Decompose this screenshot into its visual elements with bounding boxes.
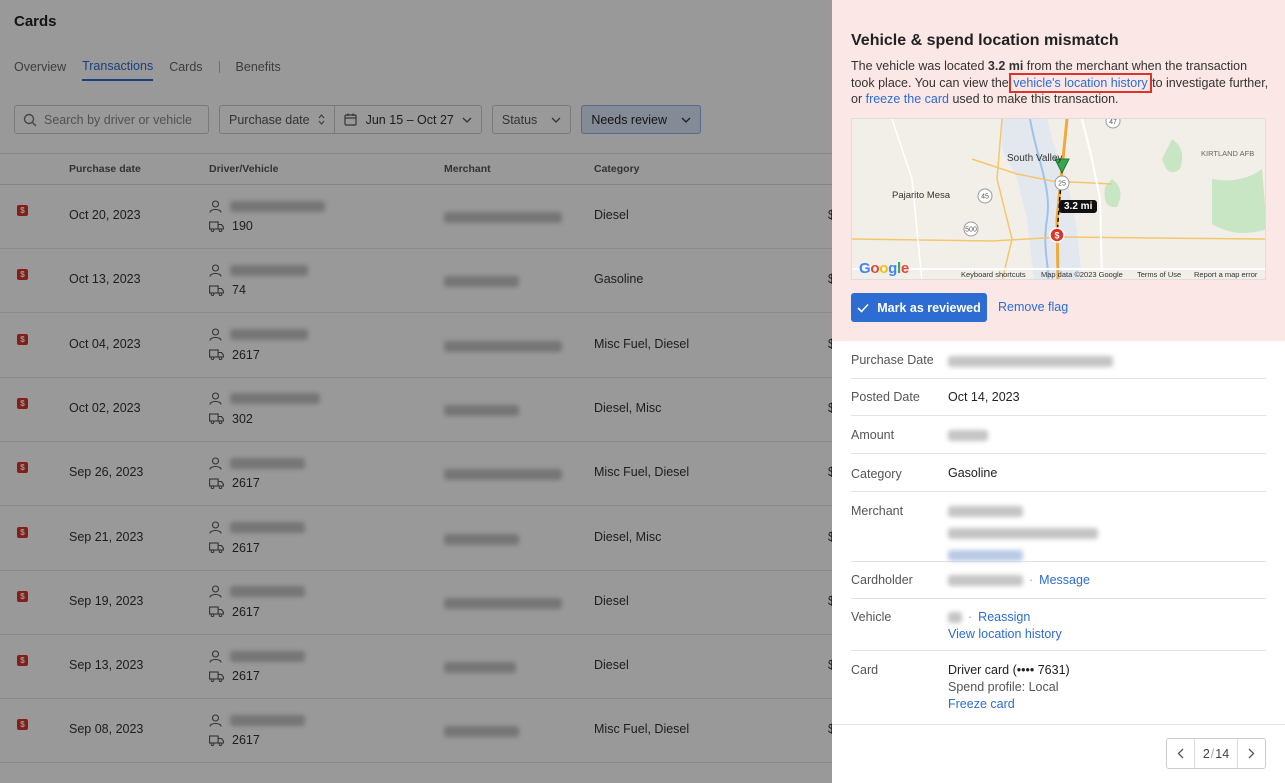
alert-text-4: used to make this transaction.	[948, 92, 1119, 106]
vehicle-value: · Reassign View location history	[948, 609, 1062, 643]
transaction-pager: 2/14	[1166, 738, 1266, 769]
pager-position: 2/14	[1203, 747, 1229, 761]
card-value: Driver card (•••• 7631) Spend profile: L…	[948, 662, 1070, 713]
pager-current: 2	[1202, 746, 1210, 761]
google-logo: Google	[859, 260, 909, 277]
cardholder-name-redacted	[948, 575, 1023, 586]
chevron-left-icon	[1177, 748, 1184, 759]
map-keyboard-shortcuts[interactable]: Keyboard shortcuts	[961, 270, 1026, 279]
map-terms-link[interactable]: Terms of Use	[1137, 270, 1181, 279]
freeze-card-inline-link[interactable]: freeze the card	[866, 92, 949, 106]
cardholder-label: Cardholder	[851, 573, 913, 587]
map-report-error-link[interactable]: Report a map error	[1194, 270, 1257, 279]
modal-backdrop[interactable]	[0, 0, 832, 783]
detail-purchase-date: Purchase Date	[851, 341, 1266, 379]
purchase-date-value-redacted	[948, 355, 1113, 372]
spend-profile: Spend profile: Local	[948, 680, 1059, 694]
app-window: Cards Overview Transactions Cards Benefi…	[0, 0, 1285, 783]
map-marker-glyph: $	[1054, 231, 1059, 241]
alert-text-1: The vehicle was located	[851, 59, 988, 73]
next-transaction-button[interactable]	[1237, 739, 1265, 768]
transaction-detail-panel: Vehicle & spend location mismatch The ve…	[832, 0, 1285, 783]
card-name: Driver card (•••• 7631)	[948, 663, 1070, 677]
panel-footer-divider	[832, 724, 1285, 725]
separator-dot: ·	[1029, 573, 1034, 587]
route-shield-25: 25	[1058, 181, 1066, 188]
route-shield-500: 500	[965, 227, 977, 234]
vehicle-label: Vehicle	[851, 610, 892, 624]
detail-posted-date: Posted Date Oct 14, 2023	[851, 379, 1266, 416]
view-location-history-link[interactable]: View location history	[948, 626, 1062, 643]
detail-cardholder: Cardholder · Message	[851, 562, 1266, 599]
posted-date-value: Oct 14, 2023	[948, 390, 1020, 404]
card-label: Card	[851, 663, 879, 677]
mark-as-reviewed-label: Mark as reviewed	[877, 300, 981, 315]
previous-transaction-button[interactable]	[1167, 739, 1195, 768]
map-place-kirtland-afb: KIRTLAND AFB	[1201, 149, 1255, 158]
detail-category: Category Gasoline	[851, 454, 1266, 492]
separator-dot: ·	[968, 610, 973, 624]
amount-label: Amount	[851, 428, 895, 442]
route-shield-47: 47	[1109, 119, 1117, 126]
purchase-date-label: Purchase Date	[851, 353, 934, 367]
checkmark-icon	[857, 303, 869, 313]
vehicle-name-redacted	[948, 612, 962, 623]
amount-value-redacted	[948, 429, 988, 446]
mark-as-reviewed-button[interactable]: Mark as reviewed	[851, 293, 987, 322]
map-place-pajarito-mesa: Pajarito Mesa	[892, 190, 951, 201]
freeze-card-link[interactable]: Freeze card	[948, 696, 1070, 713]
remove-flag-button[interactable]: Remove flag	[998, 300, 1068, 314]
pager-separator: /	[1210, 746, 1215, 761]
mismatch-alert: Vehicle & spend location mismatch The ve…	[832, 0, 1285, 341]
alert-title: Vehicle & spend location mismatch	[851, 32, 1119, 49]
alert-description: The vehicle was located 3.2 mi from the …	[851, 58, 1271, 108]
chevron-right-icon	[1248, 748, 1255, 759]
detail-card: Card Driver card (•••• 7631) Spend profi…	[851, 651, 1266, 724]
route-shield-45: 45	[981, 194, 989, 201]
category-label: Category	[851, 467, 902, 481]
transactions-page: Cards Overview Transactions Cards Benefi…	[0, 0, 832, 783]
detail-merchant: Merchant	[851, 492, 1266, 562]
posted-date-label: Posted Date	[851, 390, 920, 404]
pager-total: 14	[1215, 746, 1230, 761]
detail-vehicle: Vehicle · Reassign View location history	[851, 599, 1266, 651]
merchant-value-redacted	[948, 505, 1098, 566]
map-place-south-valley: South Valley	[1007, 153, 1063, 164]
location-map[interactable]: $ 47 500 45 25 South Valley Pajarito Mes…	[851, 118, 1266, 280]
detail-amount: Amount	[851, 416, 1266, 454]
message-cardholder-link[interactable]: Message	[1039, 572, 1090, 589]
map-data-credit: Map data ©2023 Google	[1041, 270, 1123, 279]
vehicle-location-history-link[interactable]: vehicle's location history	[1009, 72, 1152, 93]
merchant-label: Merchant	[851, 504, 904, 518]
reassign-vehicle-link[interactable]: Reassign	[978, 609, 1030, 626]
distance-badge: 3.2 mi	[1059, 200, 1098, 213]
cardholder-value: · Message	[948, 572, 1090, 589]
category-value: Gasoline	[948, 466, 998, 480]
alert-distance: 3.2 mi	[987, 59, 1024, 73]
